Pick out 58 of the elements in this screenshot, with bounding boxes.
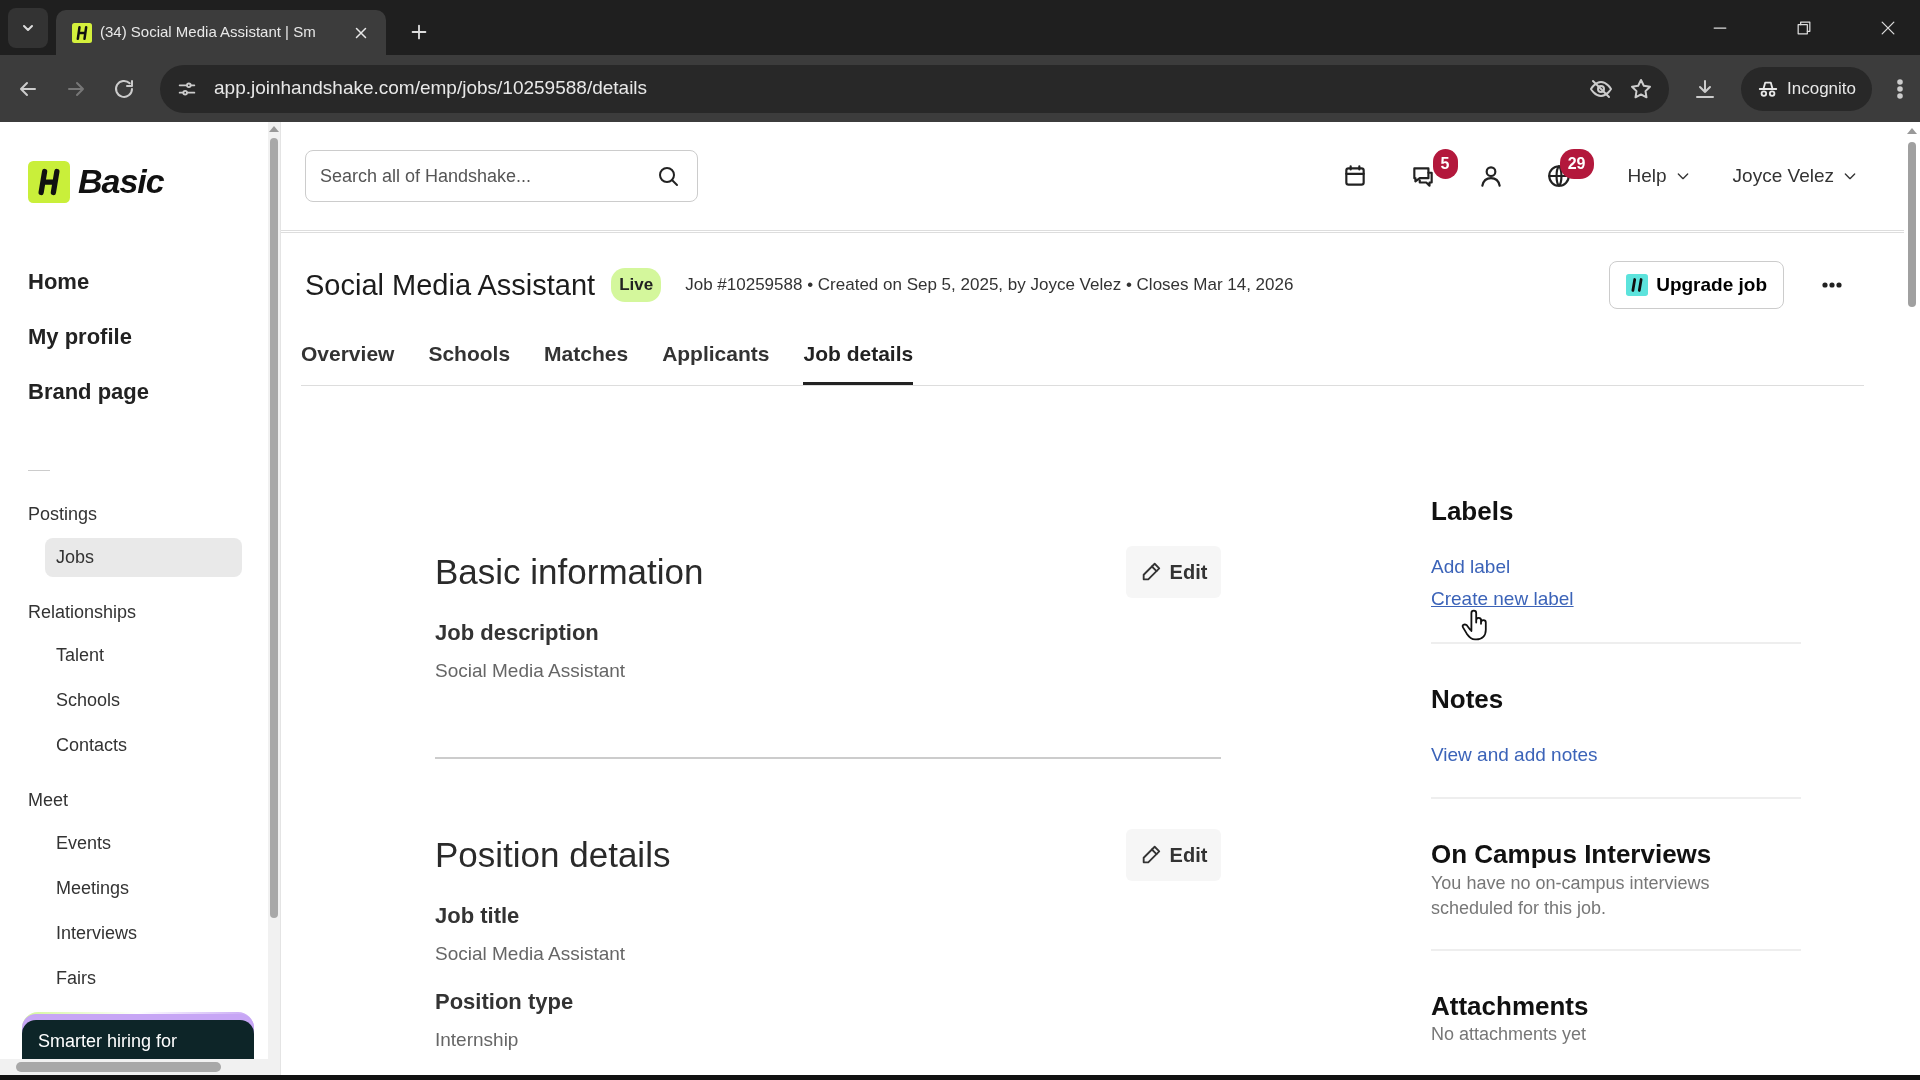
logo-icon bbox=[1626, 274, 1649, 296]
nav-item[interactable]: Schools bbox=[45, 681, 242, 720]
panel-title: Notes bbox=[1431, 683, 1505, 715]
tab[interactable]: Schools bbox=[428, 337, 511, 385]
nav-item[interactable]: Meetings bbox=[45, 869, 242, 908]
incognito-chip[interactable]: Incognito bbox=[1741, 66, 1872, 111]
search-icon[interactable] bbox=[656, 164, 680, 188]
upgrade-button[interactable]: Upgrade job bbox=[1609, 261, 1784, 309]
link[interactable]: View and add notes bbox=[1431, 740, 1598, 770]
tab[interactable]: Applicants bbox=[662, 337, 770, 385]
panel-title: Labels bbox=[1431, 495, 1515, 527]
section-title: Basic information bbox=[435, 550, 704, 593]
favicon-icon bbox=[72, 22, 92, 43]
logo-icon bbox=[28, 160, 70, 203]
link[interactable]: Add label bbox=[1431, 552, 1511, 582]
panel-text: You have no on-campus interviews scheduled for this job. bbox=[1431, 871, 1711, 920]
nav-item[interactable]: Jobs bbox=[45, 538, 242, 577]
field-value: Social Media Assistant bbox=[435, 942, 627, 966]
nav-section-heading: Meet bbox=[28, 789, 70, 812]
field-value: Internship bbox=[435, 1027, 520, 1052]
search-field[interactable]: Search all of Handshake... bbox=[305, 150, 698, 202]
count-badge: 29 bbox=[1559, 149, 1594, 179]
field-label: Job title bbox=[435, 902, 521, 930]
nav-link[interactable]: Home bbox=[28, 265, 268, 298]
browser-tab[interactable]: (34) Social Media Assistant | Sm bbox=[56, 10, 386, 55]
hand-cursor-icon bbox=[1460, 607, 1490, 643]
nav-section-heading: Relationships bbox=[28, 601, 138, 624]
star-icon[interactable] bbox=[1629, 76, 1653, 101]
panel-text: No attachments yet bbox=[1431, 1023, 1588, 1047]
kebab-menu-icon[interactable] bbox=[1896, 76, 1904, 101]
nav-item[interactable]: Contacts bbox=[45, 726, 242, 765]
job-title: Social Media Assistant bbox=[305, 267, 596, 303]
field-label: Job description bbox=[435, 618, 600, 647]
tab[interactable]: Overview bbox=[301, 337, 395, 385]
count-badge: 5 bbox=[1432, 149, 1458, 179]
panel-title: On Campus Interviews bbox=[1431, 839, 1713, 871]
job-meta: Job #10259588 • Created on Sep 5, 2025, by Joyce Velez • Closes Mar 14, 2026 bbox=[685, 274, 1294, 297]
panel-title: Attachments bbox=[1431, 990, 1590, 1023]
field-label: Position type bbox=[435, 987, 575, 1016]
status-badge: Live bbox=[611, 268, 662, 302]
field-value: Social Media Assistant bbox=[435, 658, 627, 683]
nav-item[interactable]: Talent bbox=[45, 636, 242, 675]
nav-item[interactable]: Interviews bbox=[45, 914, 242, 953]
user-menu[interactable]: Joyce Velez bbox=[1732, 161, 1858, 191]
nav-item[interactable]: Events bbox=[45, 824, 242, 863]
help-menu[interactable]: Help bbox=[1627, 161, 1691, 191]
tab[interactable]: Matches bbox=[544, 337, 629, 385]
nav-section-heading: Postings bbox=[28, 503, 99, 526]
address-bar[interactable]: app.joinhandshake.com/emp/jobs/10259588/details bbox=[160, 64, 1669, 113]
edit-button[interactable]: Edit bbox=[1126, 545, 1221, 598]
edit-button[interactable]: Edit bbox=[1126, 829, 1221, 881]
link[interactable]: Create new label bbox=[1431, 585, 1574, 614]
nav-link[interactable]: Brand page bbox=[28, 375, 268, 408]
tab[interactable]: Job details bbox=[803, 337, 914, 385]
nav-link[interactable]: My profile bbox=[28, 320, 268, 353]
brand-name: Basic bbox=[78, 161, 164, 202]
nav-item[interactable]: Fairs bbox=[45, 959, 242, 998]
section-title: Position details bbox=[435, 834, 671, 876]
